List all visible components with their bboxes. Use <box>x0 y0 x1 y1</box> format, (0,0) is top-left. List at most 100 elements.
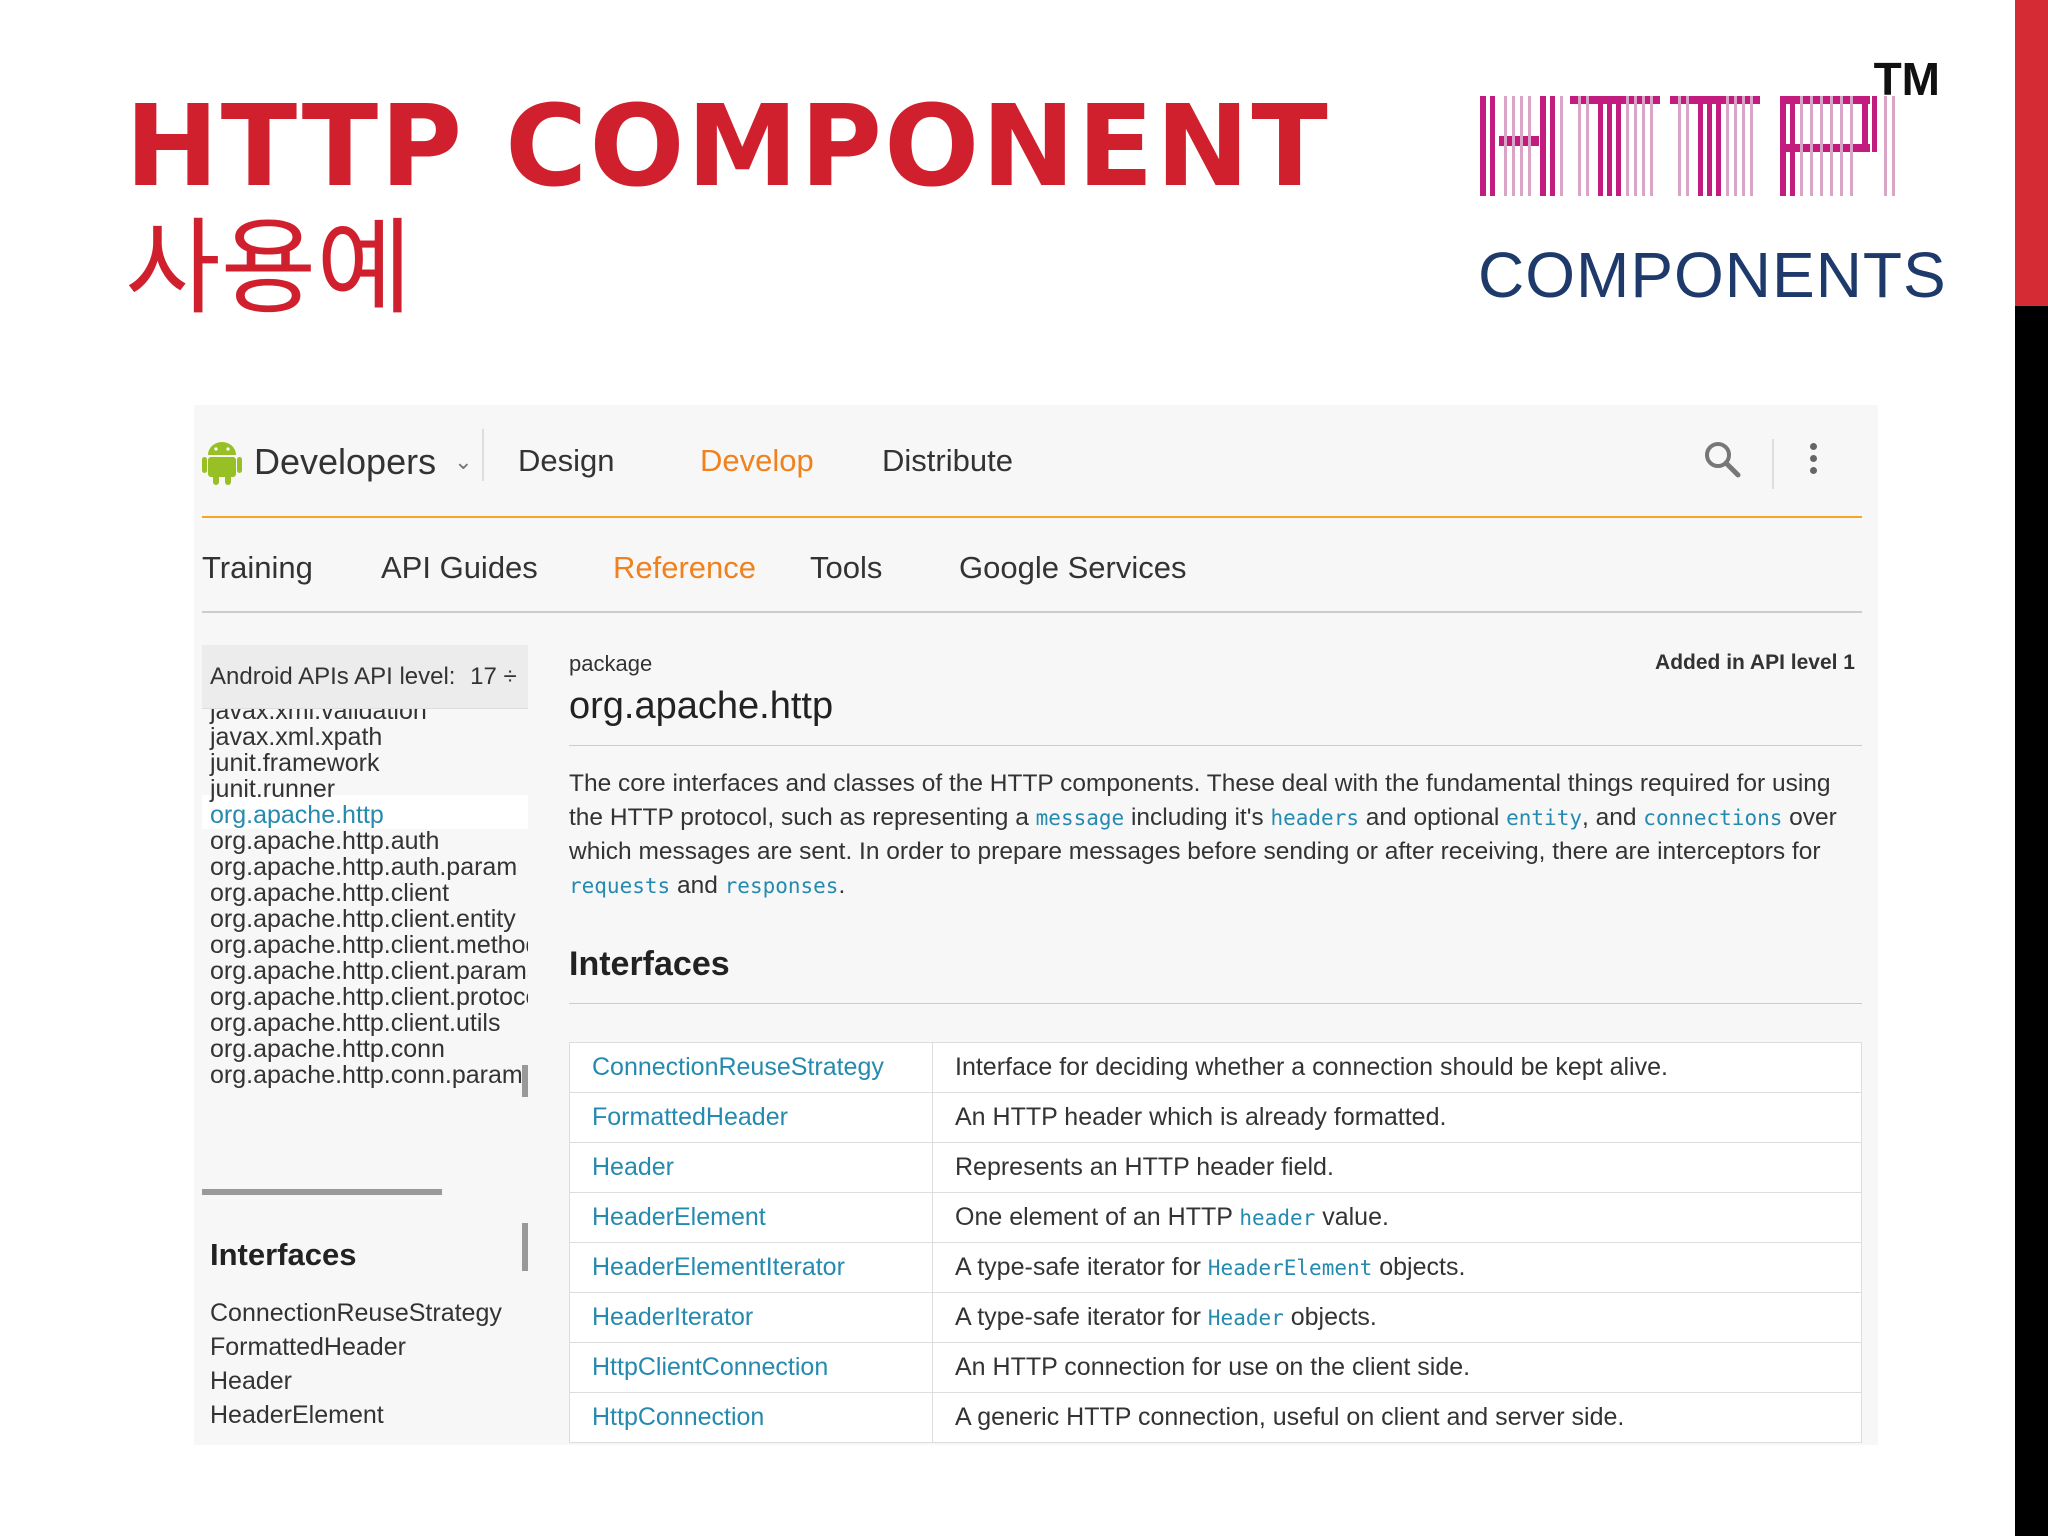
interface-description: A type-safe iterator for Header objects. <box>932 1292 1862 1343</box>
nav-design[interactable]: Design <box>518 443 615 479</box>
developers-label: Developers <box>254 441 437 482</box>
package-list-scrollbar[interactable] <box>522 1065 528 1097</box>
package-label: package <box>569 651 653 676</box>
interface-link[interactable]: HttpClientConnection <box>569 1342 933 1393</box>
slide-accent-bar <box>2015 0 2048 306</box>
desc-text: and <box>670 872 725 899</box>
interface-link[interactable]: FormattedHeader <box>569 1092 933 1143</box>
package-item[interactable]: org.apache.http.client.params <box>210 957 528 986</box>
description-code-link[interactable]: HeaderElement <box>1208 1256 1372 1280</box>
search-icon[interactable] <box>1702 439 1742 479</box>
desc-text: . <box>838 872 846 899</box>
sidebar-interface-item[interactable]: FormattedHeader <box>210 1333 406 1362</box>
developers-brand[interactable]: Developers ⌄ <box>202 432 473 492</box>
package-item[interactable]: org.apache.http.conn.params <box>210 1061 528 1090</box>
slide-side-bar <box>2015 306 2048 1536</box>
slide-title: HTTP COMPONENT 사용예 <box>125 88 1330 328</box>
package-item[interactable]: org.apache.http.client.methods <box>210 931 528 960</box>
interface-description: One element of an HTTP header value. <box>932 1192 1862 1243</box>
interface-link[interactable]: HeaderIterator <box>569 1292 933 1343</box>
interfaces-list-scrollbar[interactable] <box>522 1223 528 1271</box>
table-row: HttpClientConnection An HTTP connection … <box>569 1342 1862 1393</box>
description-text: An HTTP header which is already formatte… <box>955 1103 1447 1131</box>
subnav-api-guides[interactable]: API Guides <box>381 550 538 586</box>
slide-title-line1: HTTP COMPONENT <box>125 82 1330 212</box>
desc-text: and optional <box>1359 804 1507 831</box>
interface-description: An HTTP connection for use on the client… <box>932 1342 1862 1393</box>
interface-link[interactable]: HeaderElementIterator <box>569 1242 933 1293</box>
sidebar-interface-item[interactable]: Header <box>210 1367 292 1396</box>
subnav-reference[interactable]: Reference <box>613 550 756 586</box>
interfaces-table: ConnectionReuseStrategy Interface for de… <box>569 1042 1862 1443</box>
interface-link[interactable]: Header <box>569 1142 933 1193</box>
package-item[interactable]: javax.xml.xpath <box>210 723 382 752</box>
description-text: An HTTP connection for use on the client… <box>955 1353 1471 1381</box>
subnav-tools[interactable]: Tools <box>810 550 882 586</box>
http-barcode-logo <box>1480 96 1895 196</box>
android-reference-screenshot: Developers ⌄ Design Develop Distribute T… <box>194 405 1878 1445</box>
desc-link-responses[interactable]: responses <box>725 874 839 898</box>
subnav-google-services[interactable]: Google Services <box>959 550 1186 586</box>
api-level-label: Android APIs API level: <box>210 663 456 690</box>
description-text: One element of an HTTP <box>955 1203 1240 1231</box>
api-level-selector[interactable]: Android APIs API level: 17 ÷ <box>202 645 528 709</box>
package-item[interactable]: org.apache.http.client.entity <box>210 905 516 934</box>
sidebar-interface-item[interactable]: ConnectionReuseStrategy <box>210 1299 502 1328</box>
package-item-selected[interactable]: org.apache.http <box>210 801 384 830</box>
desc-link-entity[interactable]: entity <box>1506 806 1582 830</box>
interface-link[interactable]: ConnectionReuseStrategy <box>569 1042 933 1093</box>
interface-description: An HTTP header which is already formatte… <box>932 1092 1862 1143</box>
package-item[interactable]: junit.framework <box>210 749 380 778</box>
api-level-added: Added in API level 1 <box>1655 651 1855 674</box>
nav-divider <box>482 429 484 481</box>
interface-link[interactable]: HttpConnection <box>569 1392 933 1443</box>
table-row: HeaderElementIterator A type-safe iterat… <box>569 1242 1862 1293</box>
desc-link-message[interactable]: message <box>1036 806 1125 830</box>
description-text: Represents an HTTP header field. <box>955 1153 1334 1181</box>
overflow-menu-icon[interactable] <box>1810 443 1820 483</box>
interfaces-heading: Interfaces <box>569 945 730 983</box>
table-row: HeaderIterator A type-safe iterator for … <box>569 1292 1862 1343</box>
table-row: HttpConnection A generic HTTP connection… <box>569 1392 1862 1443</box>
interface-description: Interface for deciding whether a connect… <box>932 1042 1862 1093</box>
chevron-down-icon: ⌄ <box>454 449 473 474</box>
desc-link-connections[interactable]: connections <box>1643 806 1782 830</box>
table-row: FormattedHeader An HTTP header which is … <box>569 1092 1862 1143</box>
nav-divider-right <box>1772 439 1774 489</box>
desc-link-requests[interactable]: requests <box>569 874 670 898</box>
description-code-link[interactable]: header <box>1239 1206 1315 1230</box>
slide-title-line2: 사용예 <box>125 207 413 329</box>
description-code-link[interactable]: Header <box>1208 1306 1284 1330</box>
interface-link[interactable]: HeaderElement <box>569 1192 933 1243</box>
package-list[interactable]: javax.xml.validation javax.xml.xpath jun… <box>202 709 528 1189</box>
http-components-logo: TM COMPONENTS <box>1478 52 1948 311</box>
package-item[interactable]: org.apache.http.auth.param <box>210 853 517 882</box>
reference-sidebar: Android APIs API level: 17 ÷ javax.xml.v… <box>202 645 528 1445</box>
top-navigation: Developers ⌄ Design Develop Distribute <box>202 405 1862 518</box>
sub-navigation: Training API Guides Reference Tools Goog… <box>202 519 1862 613</box>
package-item[interactable]: junit.runner <box>210 775 335 804</box>
interface-description: Represents an HTTP header field. <box>932 1142 1862 1193</box>
desc-text: including it's <box>1124 804 1271 831</box>
subnav-training[interactable]: Training <box>202 550 313 586</box>
package-description: The core interfaces and classes of the H… <box>569 767 1862 903</box>
interface-description: A type-safe iterator for HeaderElement o… <box>932 1242 1862 1293</box>
nav-develop[interactable]: Develop <box>700 443 814 479</box>
desc-link-headers[interactable]: headers <box>1270 806 1359 830</box>
description-text: value. <box>1315 1203 1389 1231</box>
table-row: HeaderElement One element of an HTTP hea… <box>569 1192 1862 1243</box>
package-list-hscrollbar[interactable] <box>202 1189 442 1195</box>
nav-distribute[interactable]: Distribute <box>882 443 1013 479</box>
package-item[interactable]: org.apache.http.auth <box>210 827 439 856</box>
table-row: Header Represents an HTTP header field. <box>569 1142 1862 1193</box>
android-icon <box>202 442 242 485</box>
sidebar-interface-item[interactable]: HeaderElement <box>210 1401 384 1430</box>
package-item[interactable]: org.apache.http.client.protocol <box>210 983 528 1012</box>
package-item[interactable]: org.apache.http.client.utils <box>210 1009 500 1038</box>
divider <box>569 745 1862 746</box>
sidebar-interfaces-heading: Interfaces <box>210 1237 357 1272</box>
table-row: ConnectionReuseStrategy Interface for de… <box>569 1042 1862 1093</box>
description-text: A type-safe iterator for <box>955 1303 1208 1331</box>
package-item[interactable]: org.apache.http.conn <box>210 1035 445 1064</box>
package-item[interactable]: org.apache.http.client <box>210 879 449 908</box>
